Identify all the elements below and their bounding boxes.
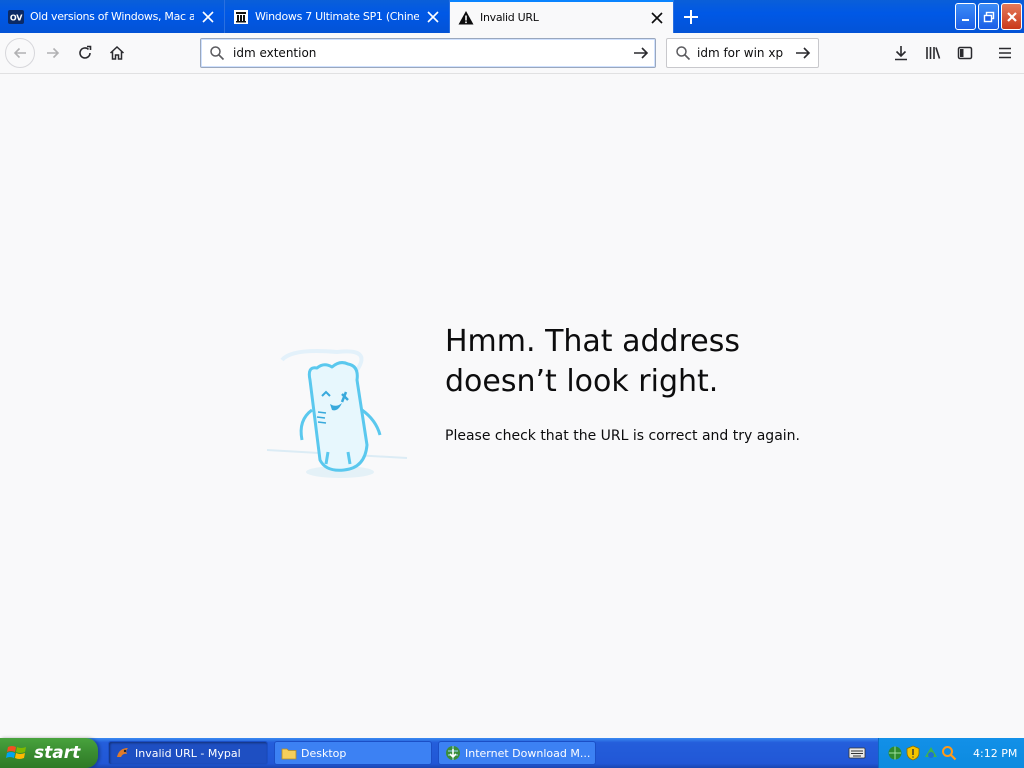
close-window-button[interactable] — [1001, 3, 1022, 30]
taskbar: start Invalid URL - Mypal Desktop Intern… — [0, 738, 1024, 768]
downloads-button[interactable] — [886, 38, 916, 68]
windows-logo-icon — [6, 746, 26, 759]
close-icon[interactable] — [649, 10, 665, 26]
close-icon[interactable] — [200, 9, 216, 25]
back-button-ring — [5, 38, 35, 68]
taskbar-item-label: Invalid URL - Mypal — [135, 746, 241, 760]
taskbar-item-mypal[interactable]: Invalid URL - Mypal — [108, 741, 268, 765]
oldversion-favicon: OV — [8, 9, 24, 25]
forward-arrow-icon — [47, 47, 60, 59]
reload-button[interactable] — [70, 38, 100, 68]
search-icon — [676, 46, 691, 61]
taskbar-item-idm[interactable]: Internet Download M... — [438, 741, 596, 765]
error-page: Hmm. That address doesn’t look right. Pl… — [0, 74, 1024, 738]
back-button[interactable] — [5, 38, 35, 68]
archive-favicon — [233, 9, 249, 25]
error-title: Hmm. That address doesn’t look right. — [445, 324, 740, 399]
oldversion-favicon-text: OV — [10, 13, 23, 22]
mypal-icon — [117, 748, 128, 757]
minimize-button[interactable] — [955, 3, 976, 30]
search-bar[interactable] — [666, 38, 819, 68]
url-input[interactable] — [233, 39, 623, 67]
library-button[interactable] — [918, 38, 948, 68]
network-icon[interactable] — [887, 745, 903, 761]
navigation-toolbar — [0, 33, 1024, 74]
idm-icon — [446, 746, 460, 760]
security-shield-icon[interactable] — [905, 745, 921, 761]
start-button[interactable]: start — [0, 738, 98, 768]
clock: 4:12 PM — [973, 746, 1018, 760]
back-arrow-icon — [13, 47, 26, 59]
error-description: Please check that the URL is correct and… — [445, 428, 800, 444]
minimize-icon — [961, 18, 969, 21]
tab-windows7[interactable]: Windows 7 Ultimate SP1 (Chinese) — [225, 0, 450, 33]
window-controls — [953, 0, 1024, 33]
library-icon — [926, 47, 941, 59]
restore-icon — [983, 11, 994, 22]
plus-icon — [684, 9, 698, 24]
sidebar-icon — [957, 46, 973, 60]
start-label: start — [34, 743, 81, 763]
search-icon — [210, 46, 225, 61]
taskbar-item-label: Desktop — [301, 746, 347, 760]
folder-icon — [281, 748, 297, 760]
home-icon — [109, 45, 125, 60]
search-input[interactable] — [697, 39, 789, 67]
warning-icon — [458, 10, 474, 26]
tab-label: Old versions of Windows, Mac and — [30, 10, 194, 23]
go-arrow-icon[interactable] — [633, 45, 649, 61]
tab-label: Invalid URL — [480, 11, 539, 24]
sidebar-button[interactable] — [950, 38, 980, 68]
search-tray-icon[interactable] — [941, 745, 957, 761]
taskbar-item-desktop[interactable]: Desktop — [274, 741, 432, 765]
restore-button[interactable] — [978, 3, 999, 30]
system-tray: 4:12 PM — [878, 738, 1024, 768]
error-mascot-illustration — [266, 349, 408, 478]
keyboard-icon[interactable] — [848, 745, 866, 761]
reload-icon — [79, 45, 92, 59]
update-icon[interactable] — [923, 745, 939, 761]
tab-label: Windows 7 Ultimate SP1 (Chinese) — [255, 10, 419, 23]
close-icon[interactable] — [425, 9, 441, 25]
tab-invalid-url[interactable]: Invalid URL — [450, 0, 674, 33]
download-icon — [895, 46, 907, 61]
tab-strip: OV Old versions of Windows, Mac and Wind… — [0, 0, 1024, 33]
hamburger-menu-icon — [999, 47, 1011, 59]
url-bar[interactable] — [200, 38, 656, 68]
search-go-arrow-icon[interactable] — [795, 45, 811, 61]
tab-old-versions[interactable]: OV Old versions of Windows, Mac and — [0, 0, 225, 33]
forward-button[interactable] — [38, 38, 68, 68]
new-tab-button[interactable] — [674, 0, 708, 33]
taskbar-item-label: Internet Download M... — [465, 746, 591, 760]
menu-button[interactable] — [990, 38, 1020, 68]
close-window-icon — [1006, 11, 1017, 22]
home-button[interactable] — [102, 38, 132, 68]
